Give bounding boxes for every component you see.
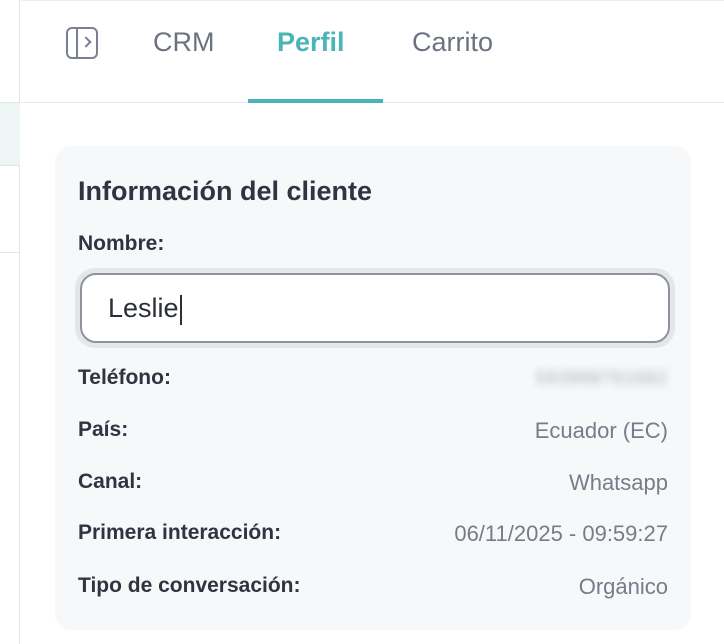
name-label: Nombre: [78, 232, 165, 255]
tab-perfil[interactable]: Perfil [277, 27, 345, 58]
field-row-channel: Canal: Whatsapp [78, 470, 668, 500]
field-row-country: País: Ecuador (EC) [78, 418, 668, 448]
channel-label: Canal: [78, 470, 143, 493]
name-input[interactable] [80, 273, 670, 343]
tab-crm[interactable]: CRM [153, 27, 215, 58]
conversation-type-label: Tipo de conversación: [78, 574, 301, 597]
active-tab-indicator [248, 99, 383, 103]
tab-bar: CRM Perfil Carrito [21, 0, 724, 103]
list-divider [0, 252, 20, 253]
field-row-conversation-type: Tipo de conversación: Orgánico [78, 574, 668, 604]
conversation-type-value: Orgánico [578, 574, 668, 599]
chevron-right-icon [80, 36, 92, 48]
sidebar-toggle-icon[interactable] [66, 27, 98, 59]
card-title: Información del cliente [78, 176, 373, 206]
name-input-focus-ring [75, 268, 675, 348]
country-label: País: [78, 418, 129, 441]
first-interaction-value: 06/11/2025 - 09:59:27 [454, 521, 668, 546]
text-caret [180, 295, 182, 325]
phone-label: Teléfono: [78, 366, 171, 389]
customer-info-card: Información del cliente Nombre: Teléfono… [55, 146, 691, 630]
selected-list-item[interactable] [0, 102, 20, 166]
field-row-phone: Teléfono: 593998761682 [78, 366, 668, 396]
tab-carrito[interactable]: Carrito [412, 27, 493, 58]
left-list-panel [0, 0, 20, 644]
field-row-first-interaction: Primera interacción: 06/11/2025 - 09:59:… [78, 521, 668, 551]
first-interaction-label: Primera interacción: [78, 521, 282, 544]
phone-value: 593998761682 [535, 368, 668, 388]
channel-value: Whatsapp [568, 470, 668, 495]
country-value: Ecuador (EC) [534, 418, 668, 443]
